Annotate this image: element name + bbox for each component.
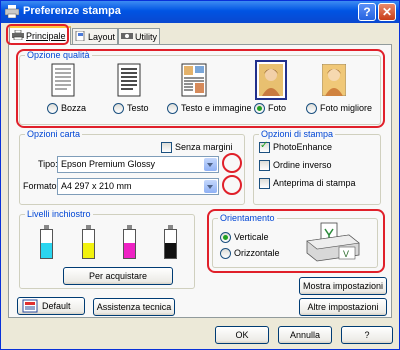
- ink-cartridge-black: [164, 225, 177, 259]
- ink-legend: Livelli inchiostro: [25, 209, 93, 220]
- paper-type-value: Epson Premium Glossy: [61, 159, 156, 169]
- draft-document-icon: [51, 63, 75, 97]
- quality-label-bozza: Bozza: [61, 103, 87, 113]
- quality-radio-bozza[interactable]: [47, 103, 58, 114]
- orientation-label-orizzontale: Orizzontale: [234, 248, 280, 258]
- more-settings-button[interactable]: Altre impostazioni: [299, 298, 387, 316]
- help-button[interactable]: ?: [341, 326, 393, 344]
- portrait-printer-icon: V: [306, 222, 360, 262]
- printer-app-icon: [5, 5, 19, 18]
- quality-radio-testo[interactable]: [113, 103, 124, 114]
- paper-size-select[interactable]: A4 297 x 210 mm: [57, 178, 219, 195]
- tech-support-button[interactable]: Assistenza tecnica: [93, 298, 175, 316]
- orientation-radio-orizzontale[interactable]: [220, 248, 231, 259]
- quality-label-foto: Foto: [268, 103, 287, 113]
- title-bar[interactable]: Preferenze stampa ? ✕: [1, 1, 399, 23]
- paper-type-select[interactable]: Epson Premium Glossy: [57, 156, 219, 173]
- tab-layout-label: Layout: [88, 32, 116, 42]
- paper-size-value: A4 297 x 210 mm: [61, 181, 132, 191]
- ink-fill-cyan: [41, 242, 52, 258]
- print-options-legend: Opzioni di stampa: [259, 129, 336, 140]
- tab-layout[interactable]: Layout: [72, 28, 118, 45]
- ink-cartridge-cyan: [40, 225, 53, 259]
- quality-radio-testo-immagine[interactable]: [167, 103, 178, 114]
- quality-label-testo: Testo: [127, 103, 149, 113]
- quality-label-foto-migliore: Foto migliore: [320, 103, 373, 113]
- buy-ink-button[interactable]: Per acquistare: [63, 267, 173, 285]
- show-settings-button[interactable]: Mostra impostazioni: [299, 277, 387, 295]
- photo-icon: [259, 64, 283, 96]
- title-help-button[interactable]: ?: [358, 3, 376, 21]
- paper-size-label: Formato:: [23, 181, 60, 191]
- svg-text:V: V: [343, 249, 349, 259]
- ink-fill-yellow: [83, 242, 94, 258]
- window-title: Preferenze stampa: [23, 5, 121, 17]
- orientation-radio-verticale[interactable]: [220, 232, 231, 243]
- paper-size-arrow-highlight: [222, 175, 242, 195]
- photoenhance-label: PhotoEnhance: [273, 142, 333, 152]
- ink-fill-black: [165, 242, 176, 258]
- reverse-order-label: Ordine inverso: [273, 160, 332, 170]
- tab-highlight: [6, 24, 69, 45]
- default-label: Default: [42, 301, 71, 311]
- paper-legend: Opzioni carta: [25, 129, 83, 140]
- quality-label-testo-immagine: Testo e immagine: [181, 103, 252, 113]
- tab-panel: Opzione qualità Bozza Testo Testo e imma…: [8, 44, 392, 318]
- photoenhance-checkbox[interactable]: [259, 140, 270, 153]
- paper-type-label: Tipo:: [38, 159, 58, 169]
- borderless-checkbox[interactable]: [161, 142, 172, 153]
- ok-button[interactable]: OK: [215, 326, 269, 344]
- reverse-order-checkbox[interactable]: [259, 160, 270, 171]
- chevron-down-icon[interactable]: [204, 158, 217, 171]
- paper-type-arrow-highlight: [222, 153, 242, 173]
- ink-fill-magenta: [124, 242, 135, 258]
- text-document-icon: [117, 63, 141, 97]
- print-preferences-window: Preferenze stampa ? ✕ Principale Layout …: [0, 0, 400, 350]
- close-button[interactable]: ✕: [378, 3, 396, 21]
- orientation-label-verticale: Verticale: [234, 232, 269, 242]
- text-image-document-icon: [181, 63, 207, 97]
- chevron-down-icon[interactable]: [204, 180, 217, 193]
- ink-cartridge-yellow: [82, 225, 95, 259]
- borderless-label: Senza margini: [175, 142, 233, 152]
- ink-cartridge-magenta: [123, 225, 136, 259]
- print-preview-checkbox[interactable]: [259, 178, 270, 189]
- tab-utility[interactable]: Utility: [118, 28, 160, 45]
- default-button[interactable]: Default: [17, 297, 85, 315]
- best-photo-icon: [322, 64, 346, 96]
- print-preview-label: Anteprima di stampa: [273, 178, 356, 188]
- default-icon: [22, 299, 38, 318]
- cancel-button[interactable]: Annulla: [278, 326, 332, 344]
- quality-radio-foto[interactable]: [254, 103, 265, 114]
- quality-radio-foto-migliore[interactable]: [306, 103, 317, 114]
- tab-utility-label: Utility: [135, 32, 157, 42]
